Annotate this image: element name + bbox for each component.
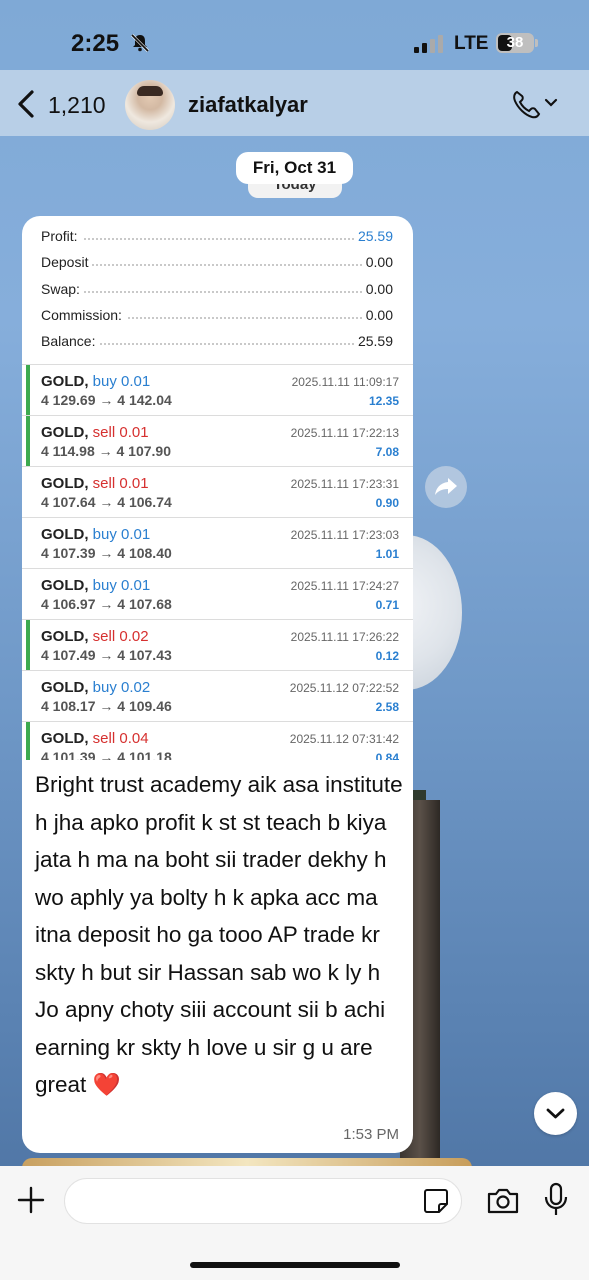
summary-row: Deposit 0.00 xyxy=(22,250,413,276)
trade-side-lot: sell 0.01 xyxy=(92,424,149,441)
cellular-signal-icon xyxy=(414,35,443,53)
trade-row[interactable]: GOLD, buy 0.01 4 107.39 → 4 108.40 2025.11… xyxy=(22,517,413,568)
camera-icon[interactable] xyxy=(486,1186,520,1216)
trade-time: 2025.11.12 07:22:52 xyxy=(289,681,399,695)
trade-symbol: GOLD, buy 0.01 xyxy=(41,577,151,594)
summary-value: 0.00 xyxy=(361,306,393,323)
trade-side-lot: sell 0.02 xyxy=(92,628,149,645)
trade-side-lot: buy 0.01 xyxy=(92,373,151,390)
battery-icon: 38 xyxy=(496,33,534,53)
status-bar: 2:25 LTE 38 xyxy=(0,0,589,80)
trade-side-lot: buy 0.01 xyxy=(92,526,151,543)
leader-dots xyxy=(41,264,393,267)
message-timestamp: 1:53 PM xyxy=(343,1126,399,1143)
contact-avatar[interactable] xyxy=(125,80,175,130)
trade-symbol: GOLD, buy 0.02 xyxy=(41,679,151,696)
trade-side-lot: sell 0.01 xyxy=(92,475,149,492)
trade-row[interactable]: GOLD, sell 0.01 4 107.64 → 4 106.74 2025.1… xyxy=(22,466,413,517)
battery-level: 38 xyxy=(506,34,524,51)
trade-prices: 4 107.49 → 4 107.43 xyxy=(41,647,172,663)
heart-emoji: ❤️ xyxy=(92,1072,121,1097)
summary-label: Deposit xyxy=(41,254,93,271)
trade-history-list: GOLD, buy 0.01 4 129.69 → 4 142.04 2025.11… xyxy=(22,364,413,760)
trade-time: 2025.11.11 17:23:03 xyxy=(290,528,399,542)
trade-pnl: 0.12 xyxy=(375,649,399,663)
trade-symbol: GOLD, sell 0.02 xyxy=(41,628,149,645)
summary-value: 25.59 xyxy=(353,228,393,244)
message-bubble[interactable]: Profit: 25.59 Deposit 0.00 Swap: 0.00 Commissi… xyxy=(22,216,413,1153)
trade-symbol: GOLD, buy 0.01 xyxy=(41,373,151,390)
microphone-icon[interactable] xyxy=(543,1182,569,1218)
summary-label: Profit: xyxy=(41,228,82,244)
trade-pnl: 1.01 xyxy=(375,547,399,561)
plus-icon[interactable] xyxy=(16,1185,46,1215)
trade-prices: 4 106.97 → 4 107.68 xyxy=(41,596,172,612)
trade-side-lot: buy 0.02 xyxy=(92,679,151,696)
trade-side-lot: sell 0.04 xyxy=(92,730,149,747)
network-type: LTE xyxy=(454,33,489,54)
summary-label: Swap: xyxy=(41,280,84,297)
trade-pnl: 0.90 xyxy=(375,496,399,510)
message-text: Bright trust academy aik asa institute h… xyxy=(35,772,403,1097)
back-chevron-icon[interactable] xyxy=(14,88,38,120)
trade-symbol: GOLD, sell 0.01 xyxy=(41,475,149,492)
summary-value: 0.00 xyxy=(361,254,393,271)
account-summary: Profit: 25.59 Deposit 0.00 Swap: 0.00 Commissi… xyxy=(22,224,413,355)
summary-value: 25.59 xyxy=(353,333,393,350)
summary-row: Swap: 0.00 xyxy=(22,277,413,303)
trade-pnl: 12.35 xyxy=(368,394,399,408)
bell-muted-icon xyxy=(130,33,150,53)
trade-row[interactable]: GOLD, sell 0.02 4 107.49 → 4 107.43 2025.1… xyxy=(22,619,413,670)
message-input[interactable] xyxy=(81,1187,411,1215)
trade-time: 2025.11.12 07:31:42 xyxy=(289,732,399,746)
share-arrow-icon xyxy=(435,478,457,495)
trade-prices: 4 101.39 → 4 101.18 xyxy=(41,749,172,760)
trade-prices: 4 129.69 → 4 142.04 xyxy=(41,392,172,408)
trade-side-lot: buy 0.01 xyxy=(92,577,151,594)
trade-row[interactable]: GOLD, buy 0.02 4 108.17 → 4 109.46 2025.11… xyxy=(22,670,413,721)
trade-time: 2025.11.11 11:09:17 xyxy=(291,375,399,389)
scroll-to-bottom-button[interactable] xyxy=(534,1092,577,1135)
battery-cap xyxy=(535,39,538,47)
summary-row: Commission: 0.00 xyxy=(22,303,413,329)
status-time: 2:25 xyxy=(71,30,120,57)
summary-value: 0.00 xyxy=(361,280,393,297)
trade-symbol: GOLD, sell 0.04 xyxy=(41,730,149,747)
trade-symbol: GOLD, buy 0.01 xyxy=(41,526,151,543)
trade-symbol: GOLD, sell 0.01 xyxy=(41,424,149,441)
date-separator: Fri, Oct 31 xyxy=(236,152,353,184)
trade-prices: 4 114.98 → 4 107.90 xyxy=(41,443,171,459)
trade-pnl: 0.84 xyxy=(375,751,399,760)
trade-pnl: 7.08 xyxy=(375,445,399,459)
sticker-icon[interactable] xyxy=(423,1188,449,1214)
trade-pnl: 0.71 xyxy=(375,598,399,612)
trade-time: 2025.11.11 17:22:13 xyxy=(290,426,399,440)
trade-pnl: 2.58 xyxy=(375,700,399,714)
trade-time: 2025.11.11 17:24:27 xyxy=(290,579,399,593)
summary-row: Balance: 25.59 xyxy=(22,329,413,355)
trade-row[interactable]: GOLD, sell 0.01 4 114.98 → 4 107.90 2025.1… xyxy=(22,415,413,466)
home-indicator xyxy=(190,1262,400,1268)
unread-count[interactable]: 1,210 xyxy=(48,92,106,119)
trade-row[interactable]: GOLD, buy 0.01 4 129.69 → 4 142.04 2025.11… xyxy=(22,364,413,415)
trade-prices: 4 107.39 → 4 108.40 xyxy=(41,545,172,561)
forward-button[interactable] xyxy=(425,466,467,508)
trade-time: 2025.11.11 17:26:22 xyxy=(290,630,399,644)
summary-label: Balance: xyxy=(41,333,100,350)
trade-prices: 4 108.17 → 4 109.46 xyxy=(41,698,172,714)
summary-label: Commission: xyxy=(41,306,126,323)
chevron-down-icon xyxy=(546,1108,565,1119)
phone-call-icon[interactable] xyxy=(511,88,559,120)
trade-prices: 4 107.64 → 4 106.74 xyxy=(41,494,172,510)
trade-time: 2025.11.11 17:23:31 xyxy=(290,477,399,491)
trade-row[interactable]: GOLD, sell 0.04 4 101.39 → 4 101.18 2025.1… xyxy=(22,721,413,760)
leader-dots xyxy=(41,290,393,293)
contact-name[interactable]: ziafatkalyar xyxy=(188,92,308,118)
leader-dots xyxy=(41,238,393,240)
summary-row: Profit: 25.59 xyxy=(22,224,413,250)
message-input-field[interactable] xyxy=(64,1178,462,1224)
trade-row[interactable]: GOLD, buy 0.01 4 106.97 → 4 107.68 2025.11… xyxy=(22,568,413,619)
